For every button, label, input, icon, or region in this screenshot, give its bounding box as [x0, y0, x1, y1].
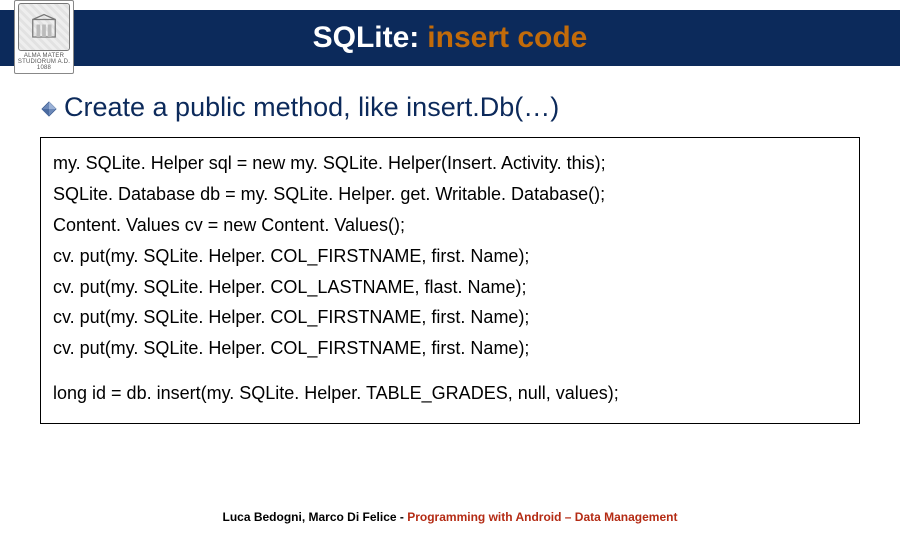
- title-prefix: SQLite:: [313, 21, 420, 55]
- code-line-tail: long id = db. insert(my. SQLite. Helper.…: [53, 378, 847, 409]
- footer: Luca Bedogni, Marco Di Felice - Programm…: [0, 510, 900, 524]
- bullet-item: Create a public method, like insert.Db(……: [40, 92, 860, 123]
- code-line: cv. put(my. SQLite. Helper. COL_FIRSTNAM…: [53, 241, 847, 272]
- code-line: cv. put(my. SQLite. Helper. COL_FIRSTNAM…: [53, 302, 847, 333]
- slide: ALMA MATER STUDIORUM A.D. 1088 SQLite: i…: [0, 0, 900, 540]
- code-line: Content. Values cv = new Content. Values…: [53, 210, 847, 241]
- footer-separator: -: [397, 510, 408, 524]
- code-line: cv. put(my. SQLite. Helper. COL_LASTNAME…: [53, 272, 847, 303]
- footer-authors: Luca Bedogni, Marco Di Felice: [223, 510, 397, 524]
- code-box: my. SQLite. Helper sql = new my. SQLite.…: [40, 137, 860, 424]
- slide-body: Create a public method, like insert.Db(……: [40, 92, 860, 424]
- slide-title: SQLite: insert code: [0, 10, 900, 66]
- code-line: my. SQLite. Helper sql = new my. SQLite.…: [53, 148, 847, 179]
- code-gap: [53, 364, 847, 378]
- footer-course: Programming with Android – Data Manageme…: [407, 510, 677, 524]
- code-line: cv. put(my. SQLite. Helper. COL_FIRSTNAM…: [53, 333, 847, 364]
- title-accent: insert code: [427, 21, 587, 55]
- code-line: SQLite. Database db = my. SQLite. Helper…: [53, 179, 847, 210]
- diamond-bullet-icon: [40, 100, 58, 118]
- bullet-text: Create a public method, like insert.Db(……: [64, 92, 559, 123]
